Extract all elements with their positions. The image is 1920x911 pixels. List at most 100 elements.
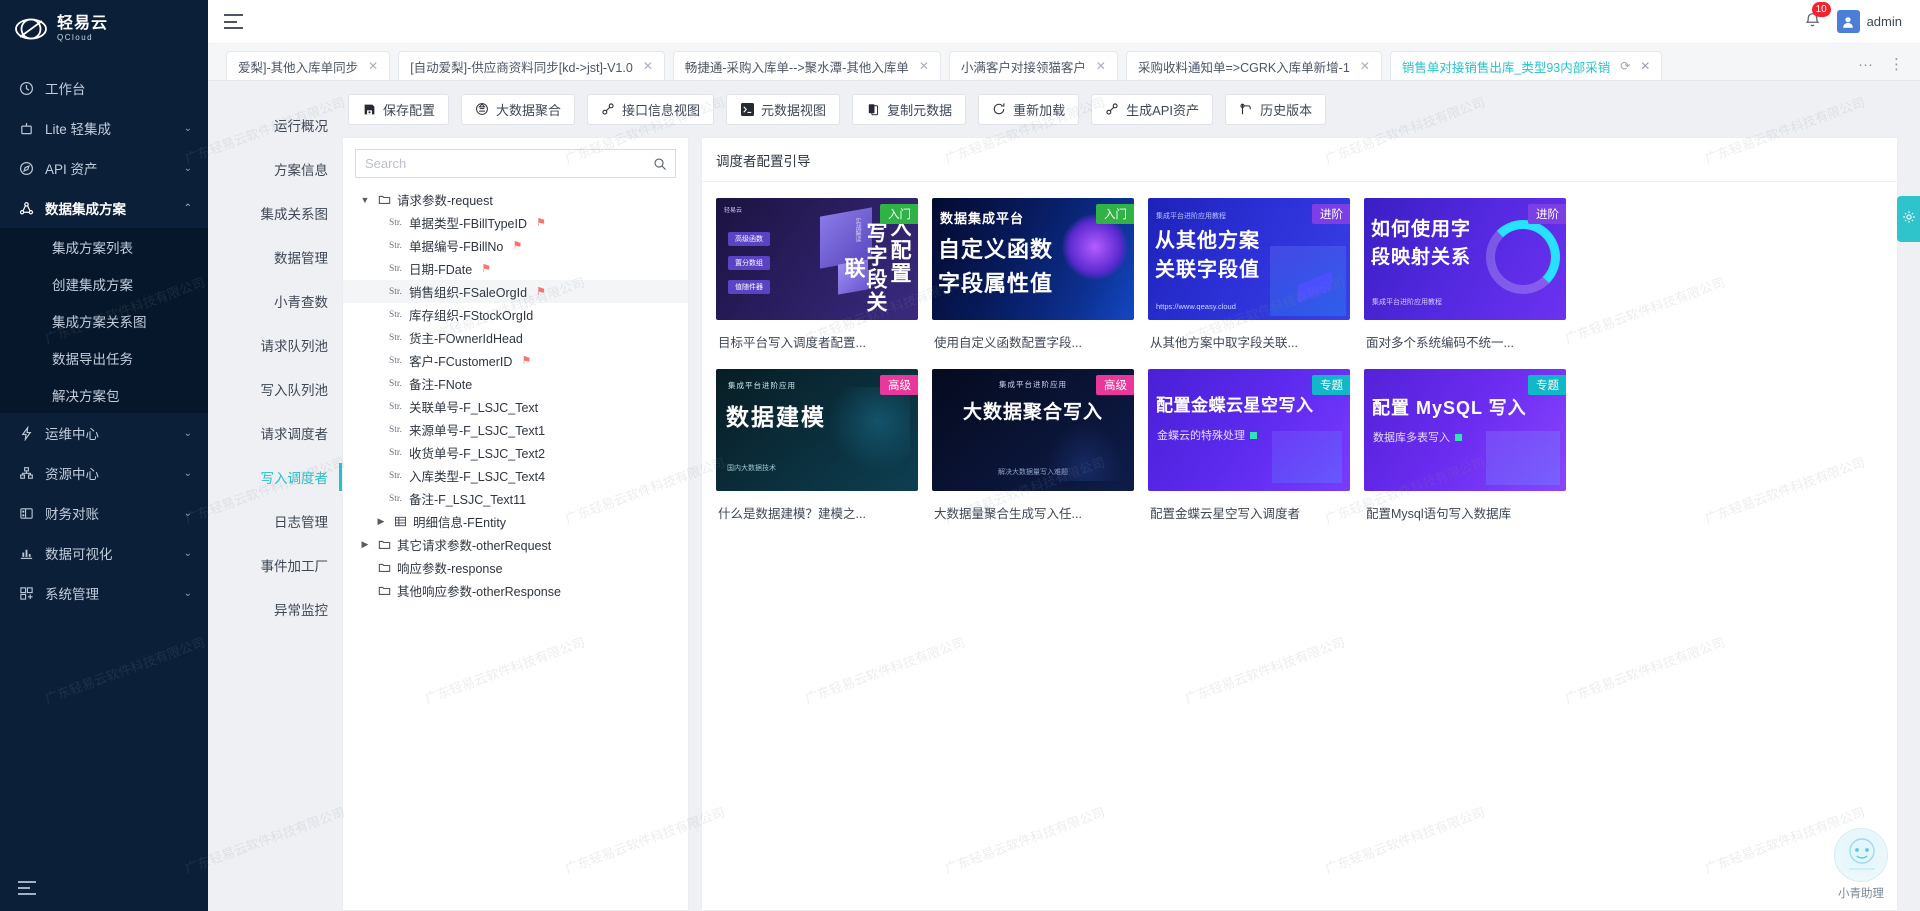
tree-node-fentity[interactable]: ▶ 明细信息-FEntity [343, 510, 688, 533]
close-icon[interactable]: ✕ [368, 59, 378, 73]
reload-button[interactable]: 重新加载 [978, 93, 1080, 125]
sidebar-subitem-scheme-graph[interactable]: 集成方案关系图 [0, 302, 208, 339]
chevron-down-icon: ⌄ [183, 587, 192, 599]
sidebar-label: 系统管理 [45, 587, 99, 602]
tab-item[interactable]: 小满客户对接领猫客户 ✕ [948, 51, 1118, 80]
sidebar-collapse-button[interactable] [0, 865, 208, 911]
guide-card[interactable]: 配置 MySQL 写入 数据库多表写入 专题 配置Mysql语句写入数据库 [1364, 369, 1566, 532]
sidebar-item-api[interactable]: API 资产 ⌄ [0, 148, 208, 188]
subnav-item-log-management[interactable]: 日志管理 [208, 499, 342, 543]
brand-logo[interactable]: 轻易云 QCloud [0, 0, 208, 58]
tree-node-other-request[interactable]: ▶ 其它请求参数-otherRequest [343, 533, 688, 556]
subnav-item-data-management[interactable]: 数据管理 [208, 235, 342, 279]
button-label: 复制元数据 [887, 102, 953, 118]
sidebar-item-lite[interactable]: Lite 轻集成 ⌄ [0, 108, 208, 148]
tab-item[interactable]: 畅捷通-采购入库单-->聚水潭-其他入库单 ✕ [672, 51, 941, 80]
caret-down-icon[interactable]: ▼ [359, 195, 371, 205]
tree-node-response[interactable]: ▶ 响应参数-response [343, 556, 688, 579]
tree-node-fsaleorgid[interactable]: Str. 销售组织-FSaleOrgId ⚑ [343, 280, 688, 303]
sidebar-item-workbench[interactable]: 工作台 [0, 68, 208, 108]
tree-node-fdate[interactable]: Str. 日期-FDate ⚑ [343, 257, 688, 280]
caret-right-icon[interactable]: ▶ [375, 516, 387, 527]
caret-right-icon[interactable]: ▶ [359, 539, 371, 550]
more-vertical-icon[interactable]: ⋮ [1889, 55, 1904, 73]
reload-icon [992, 102, 1006, 116]
more-horizontal-icon[interactable]: ··· [1858, 56, 1873, 73]
card-headline: 数据建模 [726, 404, 826, 430]
tree-node-lsjc-text[interactable]: Str. 关联单号-F_LSJC_Text [343, 395, 688, 418]
metadata-view-button[interactable]: 元数据视图 [726, 93, 841, 125]
tab-item[interactable]: 采购收料通知单=>CGRK入库单新增-1 ✕ [1125, 51, 1382, 80]
close-icon[interactable]: ✕ [1360, 59, 1370, 73]
settings-drawer-handle[interactable] [1897, 196, 1920, 242]
subnav-item-write-queue[interactable]: 写入队列池 [208, 367, 342, 411]
guide-card[interactable]: 如何使用字 段映射关系 集成平台进阶应用教程 进阶 面对多个系统编码不统一... [1364, 198, 1566, 361]
sidebar-subitem-solution-package[interactable]: 解决方案包 [0, 376, 208, 413]
tree-node-lsjc-text4[interactable]: Str. 入库类型-F_LSJC_Text4 [343, 464, 688, 487]
guide-card[interactable]: 轻易云 高级函数 置分数组 值随件器 写字段关联 入配置 实战解读 入门 目标平… [716, 198, 918, 361]
search-input[interactable] [356, 150, 644, 177]
sidebar-subitem-export-task[interactable]: 数据导出任务 [0, 339, 208, 376]
tree-node-fstockorgid[interactable]: Str. 库存组织-FStockOrgId [343, 303, 688, 326]
tree-node-fnote[interactable]: Str. 备注-FNote [343, 372, 688, 395]
sidebar-item-integration[interactable]: 数据集成方案 ⌃ [0, 188, 208, 228]
sidebar-subitem-create-scheme[interactable]: 创建集成方案 [0, 265, 208, 302]
history-version-button[interactable]: 历史版本 [1225, 93, 1327, 125]
subnav-item-request-scheduler[interactable]: 请求调度者 [208, 411, 342, 455]
close-icon[interactable]: ✕ [643, 59, 653, 73]
sidebar-item-visualization[interactable]: 数据可视化 ⌄ [0, 533, 208, 573]
guide-card[interactable]: 集成平台进阶应用 大数据聚合写入 解决大数据量写入难题 高级 大数据量聚合生成写… [932, 369, 1134, 532]
guide-card[interactable]: 数据集成平台 自定义函数 字段属性值 入门 使用自定义函数配置字段... [932, 198, 1134, 361]
search-box[interactable] [355, 149, 676, 178]
tab-label: 采购收料通知单=>CGRK入库单新增-1 [1137, 60, 1350, 75]
tree-node-lsjc-text11[interactable]: Str. 备注-F_LSJC_Text11 [343, 487, 688, 510]
folder-icon [377, 584, 391, 597]
close-icon[interactable]: ✕ [919, 59, 929, 73]
assistant-widget[interactable]: 小青助理 [1822, 828, 1900, 901]
big-data-aggregate-button[interactable]: 大数据聚合 [461, 93, 576, 125]
tab-item[interactable]: [自动爱梨]-供应商资料同步[kd->jst]-V1.0 ✕ [398, 51, 665, 80]
search-icon[interactable] [644, 150, 675, 177]
subnav-item-overview[interactable]: 运行概况 [208, 103, 342, 147]
sidebar-item-resource[interactable]: 资源中心 ⌄ [0, 453, 208, 493]
guide-card[interactable]: 配置金蝶云星空写入 金蝶云的特殊处理 专题 配置金蝶云星空写入调度者 [1148, 369, 1350, 532]
subnav-item-event-factory[interactable]: 事件加工厂 [208, 543, 342, 587]
user-menu[interactable]: admin [1836, 10, 1902, 33]
subnav-item-query[interactable]: 小青查数 [208, 279, 342, 323]
guide-card[interactable]: 集成平台进阶应用 数据建模 国内大数据技术 高级 什么是数据建模？建模之... [716, 369, 918, 532]
tree-node-lsjc-text2[interactable]: Str. 收货单号-F_LSJC_Text2 [343, 441, 688, 464]
sidebar-subitem-scheme-list[interactable]: 集成方案列表 [0, 228, 208, 265]
subnav-item-scheme-info[interactable]: 方案信息 [208, 147, 342, 191]
subnav-item-relation-graph[interactable]: 集成关系图 [208, 191, 342, 235]
assistant-icon [1834, 828, 1888, 882]
tree-node-fbilltypeid[interactable]: Str. 单据类型-FBillTypeID ⚑ [343, 211, 688, 234]
tree-node-request[interactable]: ▼ 请求参数-request [343, 188, 688, 211]
tree-node-fowneridhead[interactable]: Str. 货主-FOwnerIdHead [343, 326, 688, 349]
interface-info-view-button[interactable]: 接口信息视图 [587, 93, 715, 125]
tree-node-fbillno[interactable]: Str. 单据编号-FBillNo ⚑ [343, 234, 688, 257]
sidebar-item-system[interactable]: 系统管理 ⌄ [0, 573, 208, 613]
guide-card[interactable]: 集成平台进阶应用教程 从其他方案 关联字段值 https://www.qeasy… [1148, 198, 1350, 361]
refresh-icon[interactable]: ⟳ [1620, 59, 1630, 73]
hamburger-icon[interactable] [224, 14, 243, 29]
chevron-down-icon: ⌄ [183, 427, 192, 439]
generate-api-asset-button[interactable]: 生成API资产 [1091, 93, 1214, 125]
close-icon[interactable]: ✕ [1640, 59, 1650, 73]
tab-item[interactable]: 爱梨]-其他入库单同步 ✕ [226, 51, 391, 80]
tab-bar-actions: ··· ⋮ [1844, 55, 1920, 80]
sidebar-item-ops[interactable]: 运维中心 ⌄ [0, 413, 208, 453]
tab-item-active[interactable]: 销售单对接销售出库_类型93内部采销 ⟳ ✕ [1389, 51, 1663, 80]
tree-node-label: 单据编号-FBillNo [408, 240, 504, 254]
copy-metadata-button[interactable]: 复制元数据 [852, 93, 967, 125]
save-config-button[interactable]: 保存配置 [348, 93, 450, 125]
notifications-button[interactable]: 10 [1804, 1, 1831, 33]
subnav-item-write-scheduler[interactable]: 写入调度者 [208, 455, 342, 499]
close-icon[interactable]: ✕ [1096, 59, 1106, 73]
subnav-item-exception-monitor[interactable]: 异常监控 [208, 587, 342, 631]
subnav-item-request-queue[interactable]: 请求队列池 [208, 323, 342, 367]
sidebar-item-finance[interactable]: 财务对账 ⌄ [0, 493, 208, 533]
tree-node-fcustomerid[interactable]: Str. 客户-FCustomerID ⚑ [343, 349, 688, 372]
tree-node-other-response[interactable]: ▶ 其他响应参数-otherResponse [343, 579, 688, 602]
card-thumbnail: 集成平台进阶应用 大数据聚合写入 解决大数据量写入难题 高级 [932, 369, 1134, 491]
tree-node-lsjc-text1[interactable]: Str. 来源单号-F_LSJC_Text1 [343, 418, 688, 441]
